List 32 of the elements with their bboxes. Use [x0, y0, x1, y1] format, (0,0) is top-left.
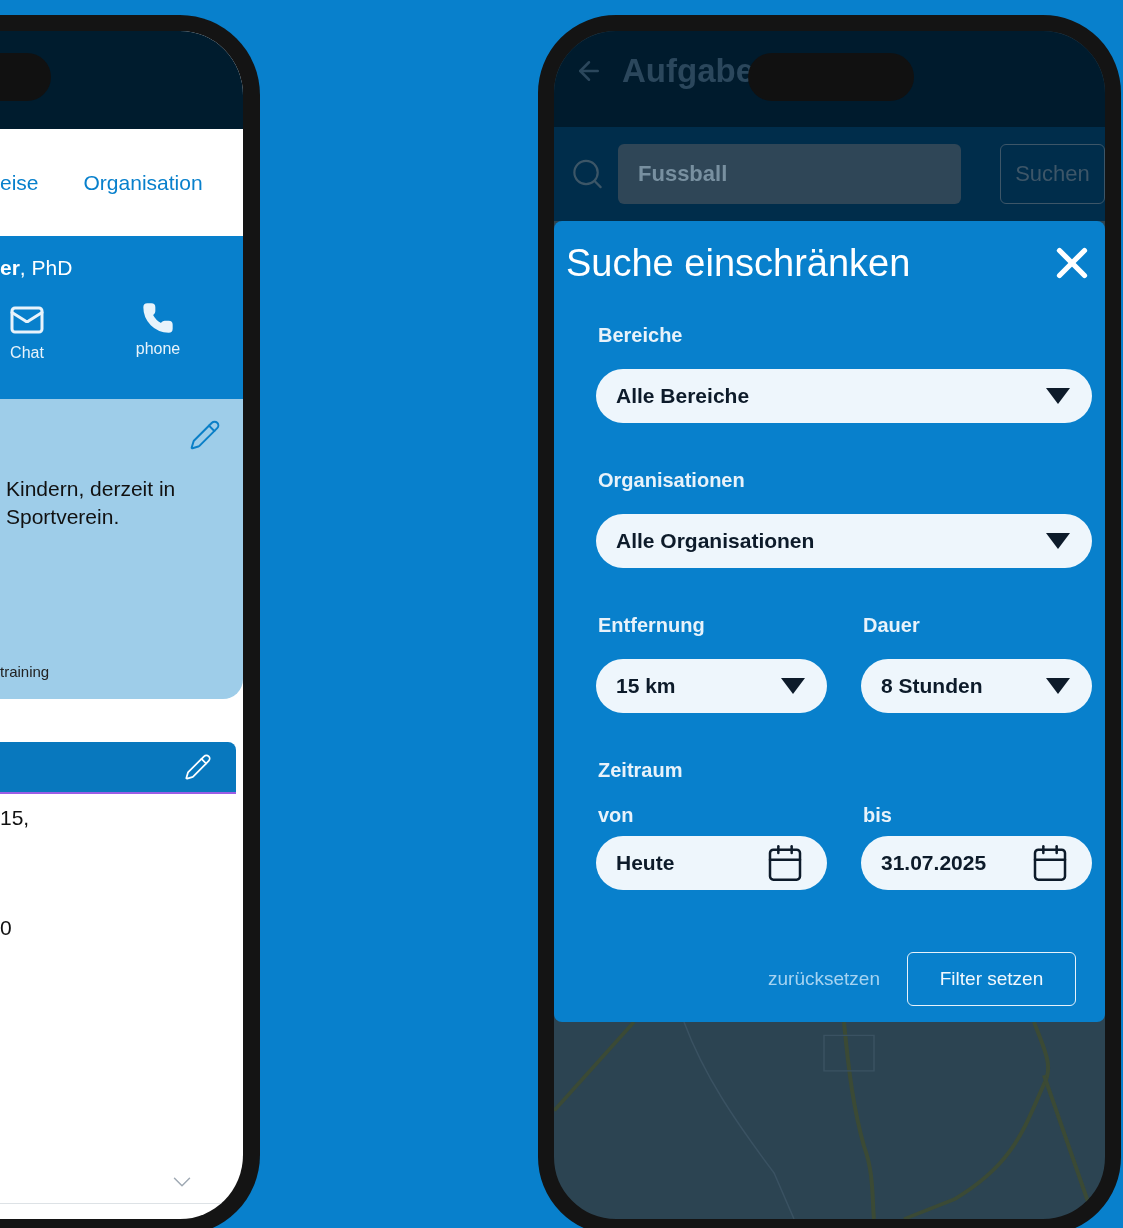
field-label: Zeitraum	[597, 758, 684, 782]
apply-filter-button[interactable]: Filter setzen	[907, 952, 1076, 1006]
action-label[interactable]: phone	[135, 340, 181, 358]
field-label: Bereiche	[597, 323, 684, 347]
pencil-icon[interactable]	[189, 419, 221, 451]
dropdown-triangle-icon	[1046, 388, 1070, 404]
tab[interactable]: eise	[0, 170, 39, 195]
about-text: Kindern, derzeit in Sportverein.	[6, 476, 177, 530]
date-field[interactable]: 31.07.2025	[861, 836, 1092, 890]
about-footnote: training	[0, 663, 50, 680]
dropdown-select[interactable]: 8 Stunden	[861, 659, 1092, 713]
tab[interactable]: Organisation	[83, 170, 203, 195]
dialog-title: Suche einschränken	[566, 241, 911, 285]
field-label: Organisationen	[597, 468, 746, 492]
detail-text: 0	[0, 916, 13, 940]
reset-button[interactable]: zurücksetzen	[768, 968, 880, 990]
field-label: Entfernung	[597, 613, 706, 637]
detail-text: 15,	[0, 806, 31, 830]
field-label: von	[597, 803, 635, 827]
profile-name: er, PhD	[0, 256, 74, 280]
field-label: bis	[862, 803, 893, 827]
field-label: Dauer	[862, 613, 921, 637]
date-field[interactable]: Heute	[596, 836, 827, 890]
dropdown-triangle-icon	[1046, 678, 1070, 694]
dropdown-select[interactable]: Alle Organisationen	[596, 514, 1092, 568]
dropdown-triangle-icon	[1046, 533, 1070, 549]
dropdown-select[interactable]: 15 km	[596, 659, 827, 713]
search-field[interactable]: Fussball	[618, 144, 961, 204]
dropdown-triangle-icon	[781, 678, 805, 694]
action-label[interactable]: Chat	[10, 344, 44, 362]
dropdown-select[interactable]: Alle Bereiche	[596, 369, 1092, 423]
phone-icon	[142, 302, 174, 334]
